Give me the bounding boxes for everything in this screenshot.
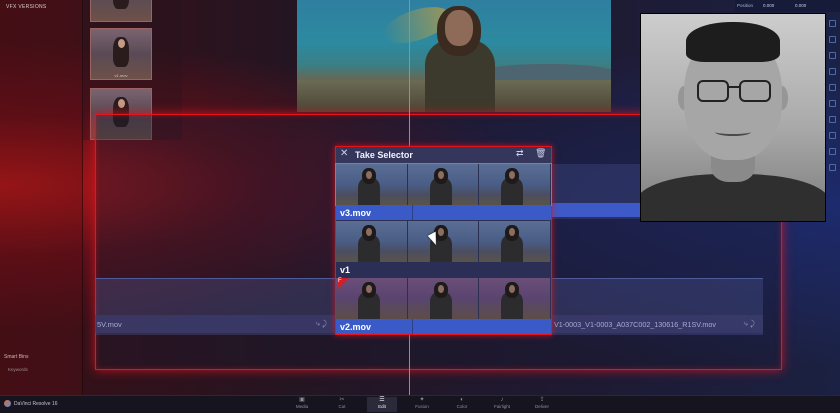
inspector-panel: Position 0.000 0.000 [735,0,840,12]
take-selector-title-bar: ✕ Take Selector ⇄ 🗑 [336,147,551,163]
trash-icon[interactable]: 🗑 [535,148,546,159]
media-icon: ▣ [299,397,305,403]
take-frames [336,221,552,262]
clip-label-right[interactable]: V1-0003_V1-0003_A037C002_130616_R1SV.mov… [552,315,763,333]
take-item[interactable]: F v2.mov [336,278,552,334]
color-icon: ◐ [460,397,464,403]
tool-icon[interactable] [829,68,836,75]
tab-color[interactable]: ◐ Color [447,397,477,412]
flag-icon: F [338,278,349,289]
position-y-field[interactable]: 0.000 [795,3,806,8]
media-thumbnail[interactable] [90,0,152,22]
tool-icon[interactable] [829,84,836,91]
close-icon[interactable]: ✕ [340,148,348,159]
clip-name: 5V.mov [97,320,122,329]
take-item[interactable]: v1 [336,221,552,277]
smart-bins-label[interactable]: Smart Bins [4,354,28,360]
take-selector-title: Take Selector [355,150,413,160]
tab-fairlight[interactable]: ♪ Fairlight [487,397,517,412]
take-frames [336,278,552,319]
tool-icon[interactable] [829,132,836,139]
take-item[interactable]: v3.mov [335,163,552,220]
fusion-icon: ✦ [419,397,425,403]
app-name: DaVinci Resolve 16 [14,401,58,407]
tool-icon[interactable] [829,164,836,171]
bin-header[interactable]: VFX VERSIONS [6,4,47,10]
clip-label-left[interactable]: 5V.mov ⤷ ⤸ [95,315,335,333]
tool-icon[interactable] [829,100,836,107]
tab-deliver[interactable]: ⇪ Deliver [527,397,557,412]
take-selector: ✕ Take Selector ⇄ 🗑 v3.mov v1 F v2.mov [335,146,552,335]
take-name: v1 [340,265,351,275]
tab-fusion[interactable]: ✦ Fusion [407,397,437,412]
media-thumbnail[interactable]: v1.mov [90,28,152,80]
tool-icon[interactable] [829,20,836,27]
link-icon: ⤷ ⤸ [743,319,755,328]
thumbnail-label: v1.mov [114,73,128,78]
link-icon: ⤷ ⤸ [315,319,327,328]
viewer-image [297,0,611,112]
keywords-label[interactable]: Keywords [8,367,28,372]
presenter-webcam [640,13,826,222]
position-x-field[interactable]: 0.000 [763,3,774,8]
take-name: v2.mov [340,322,372,332]
tool-icon[interactable] [829,52,836,59]
take-name: v3.mov [340,208,372,218]
inspector-toolbar [824,14,840,194]
page-navigation-bar: DaVinci Resolve 16 ▣ Media ✂ Cut ☰ Edit … [0,395,840,413]
media-pool-sidebar: VFX VERSIONS Smart Bins Keywords [0,0,83,395]
tab-cut[interactable]: ✂ Cut [327,397,357,412]
cut-icon: ✂ [339,397,345,403]
swap-takes-icon[interactable]: ⇄ [516,148,524,159]
upper-track-clip[interactable] [552,164,642,219]
fairlight-icon: ♪ [500,397,504,403]
position-label: Position [737,3,754,8]
clip-name: V1-0003_V1-0003_A037C002_130616_R1SV.mov [554,320,716,329]
tab-edit[interactable]: ☰ Edit [367,397,397,412]
take-frames [335,163,552,206]
tool-icon[interactable] [829,36,836,43]
resolve-logo-icon [4,400,11,407]
edit-icon: ☰ [379,397,385,403]
tool-icon[interactable] [829,116,836,123]
tab-media[interactable]: ▣ Media [287,397,317,412]
tool-icon[interactable] [829,148,836,155]
deliver-icon: ⇪ [539,397,545,403]
